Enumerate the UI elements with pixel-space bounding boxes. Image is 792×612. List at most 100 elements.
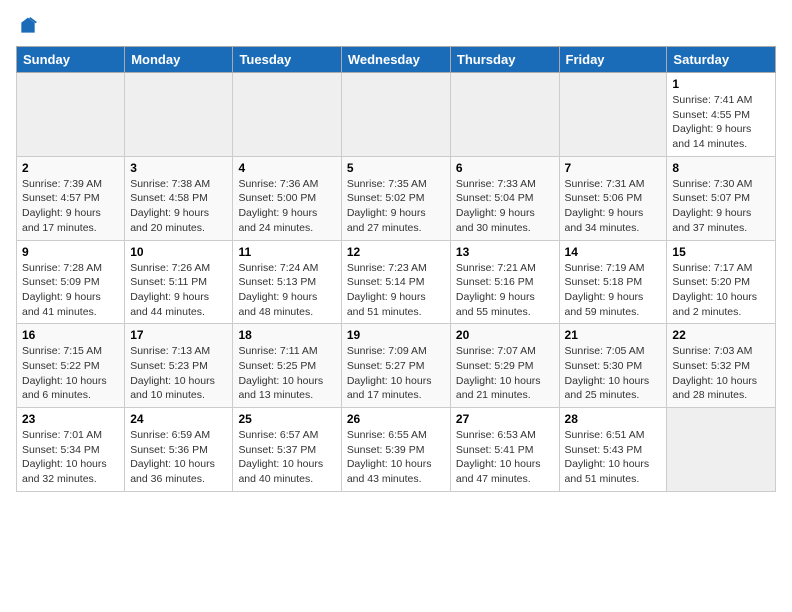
day-number: 3: [130, 161, 227, 175]
day-number: 11: [238, 245, 335, 259]
calendar-week-1: 1 Sunrise: 7:41 AMSunset: 4:55 PMDaylight…: [17, 73, 776, 157]
day-number: 2: [22, 161, 119, 175]
calendar-cell: 3 Sunrise: 7:38 AMSunset: 4:58 PMDaylight…: [125, 156, 233, 240]
day-info: Sunrise: 7:26 AMSunset: 5:11 PMDaylight:…: [130, 261, 227, 320]
calendar-cell: 20 Sunrise: 7:07 AMSunset: 5:29 PMDayligh…: [450, 324, 559, 408]
day-info: Sunrise: 7:01 AMSunset: 5:34 PMDaylight:…: [22, 428, 119, 487]
day-info: Sunrise: 7:36 AMSunset: 5:00 PMDaylight:…: [238, 177, 335, 236]
calendar-cell: 25Sunrise: 6:57 AMSunset: 5:37 PMDayligh…: [233, 408, 341, 492]
day-info: Sunrise: 7:21 AMSunset: 5:16 PMDaylight:…: [456, 261, 554, 320]
calendar-cell: [341, 73, 450, 157]
calendar-cell: 21Sunrise: 7:05 AMSunset: 5:30 PMDayligh…: [559, 324, 667, 408]
calendar-cell: [559, 73, 667, 157]
calendar-cell: 2 Sunrise: 7:39 AMSunset: 4:57 PMDaylight…: [17, 156, 125, 240]
day-number: 25: [238, 412, 335, 426]
day-number: 26: [347, 412, 445, 426]
day-number: 1: [672, 77, 770, 91]
day-info: Sunrise: 7:35 AMSunset: 5:02 PMDaylight:…: [347, 177, 445, 236]
day-info: Sunrise: 7:13 AMSunset: 5:23 PMDaylight:…: [130, 344, 227, 403]
day-info: Sunrise: 7:03 AMSunset: 5:32 PMDaylight:…: [672, 344, 770, 403]
day-info: Sunrise: 7:38 AMSunset: 4:58 PMDaylight:…: [130, 177, 227, 236]
calendar-cell: 10 Sunrise: 7:26 AMSunset: 5:11 PMDayligh…: [125, 240, 233, 324]
calendar-cell: 9 Sunrise: 7:28 AMSunset: 5:09 PMDaylight…: [17, 240, 125, 324]
calendar-cell: 15 Sunrise: 7:17 AMSunset: 5:20 PMDayligh…: [667, 240, 776, 324]
day-info: Sunrise: 7:28 AMSunset: 5:09 PMDaylight:…: [22, 261, 119, 320]
day-number: 4: [238, 161, 335, 175]
calendar-cell: 16 Sunrise: 7:15 AMSunset: 5:22 PMDayligh…: [17, 324, 125, 408]
calendar-cell: 7 Sunrise: 7:31 AMSunset: 5:06 PMDaylight…: [559, 156, 667, 240]
logo: [16, 16, 38, 36]
calendar-cell: 14 Sunrise: 7:19 AMSunset: 5:18 PMDayligh…: [559, 240, 667, 324]
page-header: [16, 16, 776, 36]
day-info: Sunrise: 6:53 AMSunset: 5:41 PMDaylight:…: [456, 428, 554, 487]
day-number: 21: [565, 328, 662, 342]
calendar-cell: 22 Sunrise: 7:03 AMSunset: 5:32 PMDayligh…: [667, 324, 776, 408]
day-info: Sunrise: 7:09 AMSunset: 5:27 PMDaylight:…: [347, 344, 445, 403]
day-info: Sunrise: 7:11 AMSunset: 5:25 PMDaylight:…: [238, 344, 335, 403]
day-number: 15: [672, 245, 770, 259]
calendar-week-4: 16 Sunrise: 7:15 AMSunset: 5:22 PMDayligh…: [17, 324, 776, 408]
day-number: 7: [565, 161, 662, 175]
weekday-header-wednesday: Wednesday: [341, 47, 450, 73]
calendar-week-2: 2 Sunrise: 7:39 AMSunset: 4:57 PMDaylight…: [17, 156, 776, 240]
day-info: Sunrise: 7:15 AMSunset: 5:22 PMDaylight:…: [22, 344, 119, 403]
calendar-cell: 26 Sunrise: 6:55 AMSunset: 5:39 PMDayligh…: [341, 408, 450, 492]
weekday-header-sunday: Sunday: [17, 47, 125, 73]
day-info: Sunrise: 7:39 AMSunset: 4:57 PMDaylight:…: [22, 177, 119, 236]
calendar-cell: 8 Sunrise: 7:30 AMSunset: 5:07 PMDaylight…: [667, 156, 776, 240]
day-info: Sunrise: 7:30 AMSunset: 5:07 PMDaylight:…: [672, 177, 770, 236]
day-number: 24: [130, 412, 227, 426]
calendar-cell: 11 Sunrise: 7:24 AMSunset: 5:13 PMDayligh…: [233, 240, 341, 324]
day-number: 22: [672, 328, 770, 342]
calendar-cell: 27 Sunrise: 6:53 AMSunset: 5:41 PMDayligh…: [450, 408, 559, 492]
calendar-cell: 5 Sunrise: 7:35 AMSunset: 5:02 PMDaylight…: [341, 156, 450, 240]
day-number: 14: [565, 245, 662, 259]
calendar-table: SundayMondayTuesdayWednesdayThursdayFrid…: [16, 46, 776, 492]
calendar-cell: [667, 408, 776, 492]
calendar-cell: 23 Sunrise: 7:01 AMSunset: 5:34 PMDayligh…: [17, 408, 125, 492]
calendar-cell: 19 Sunrise: 7:09 AMSunset: 5:27 PMDayligh…: [341, 324, 450, 408]
weekday-header-monday: Monday: [125, 47, 233, 73]
calendar-cell: 12 Sunrise: 7:23 AMSunset: 5:14 PMDayligh…: [341, 240, 450, 324]
calendar-cell: 6Sunrise: 7:33 AMSunset: 5:04 PMDaylight…: [450, 156, 559, 240]
weekday-header-thursday: Thursday: [450, 47, 559, 73]
day-number: 13: [456, 245, 554, 259]
calendar-cell: 4 Sunrise: 7:36 AMSunset: 5:00 PMDaylight…: [233, 156, 341, 240]
weekday-header-friday: Friday: [559, 47, 667, 73]
weekday-header-tuesday: Tuesday: [233, 47, 341, 73]
logo-icon: [18, 16, 38, 36]
day-info: Sunrise: 6:51 AMSunset: 5:43 PMDaylight:…: [565, 428, 662, 487]
day-number: 9: [22, 245, 119, 259]
calendar-cell: 28 Sunrise: 6:51 AMSunset: 5:43 PMDayligh…: [559, 408, 667, 492]
day-info: Sunrise: 6:55 AMSunset: 5:39 PMDaylight:…: [347, 428, 445, 487]
day-number: 12: [347, 245, 445, 259]
day-number: 8: [672, 161, 770, 175]
day-number: 10: [130, 245, 227, 259]
calendar-cell: 24Sunrise: 6:59 AMSunset: 5:36 PMDayligh…: [125, 408, 233, 492]
day-number: 20: [456, 328, 554, 342]
day-number: 23: [22, 412, 119, 426]
day-info: Sunrise: 7:23 AMSunset: 5:14 PMDaylight:…: [347, 261, 445, 320]
calendar-cell: 1 Sunrise: 7:41 AMSunset: 4:55 PMDaylight…: [667, 73, 776, 157]
day-info: Sunrise: 7:17 AMSunset: 5:20 PMDaylight:…: [672, 261, 770, 320]
weekday-header-row: SundayMondayTuesdayWednesdayThursdayFrid…: [17, 47, 776, 73]
day-info: Sunrise: 7:07 AMSunset: 5:29 PMDaylight:…: [456, 344, 554, 403]
day-number: 27: [456, 412, 554, 426]
day-number: 17: [130, 328, 227, 342]
day-number: 16: [22, 328, 119, 342]
day-info: Sunrise: 7:24 AMSunset: 5:13 PMDaylight:…: [238, 261, 335, 320]
weekday-header-saturday: Saturday: [667, 47, 776, 73]
calendar-week-5: 23 Sunrise: 7:01 AMSunset: 5:34 PMDayligh…: [17, 408, 776, 492]
calendar-week-3: 9 Sunrise: 7:28 AMSunset: 5:09 PMDaylight…: [17, 240, 776, 324]
day-number: 5: [347, 161, 445, 175]
day-number: 19: [347, 328, 445, 342]
day-info: Sunrise: 7:31 AMSunset: 5:06 PMDaylight:…: [565, 177, 662, 236]
day-number: 28: [565, 412, 662, 426]
day-number: 18: [238, 328, 335, 342]
calendar-cell: [450, 73, 559, 157]
day-info: Sunrise: 7:41 AMSunset: 4:55 PMDaylight:…: [672, 93, 770, 152]
day-info: Sunrise: 7:19 AMSunset: 5:18 PMDaylight:…: [565, 261, 662, 320]
calendar-cell: 17 Sunrise: 7:13 AMSunset: 5:23 PMDayligh…: [125, 324, 233, 408]
calendar-cell: 18 Sunrise: 7:11 AMSunset: 5:25 PMDayligh…: [233, 324, 341, 408]
calendar-cell: [125, 73, 233, 157]
